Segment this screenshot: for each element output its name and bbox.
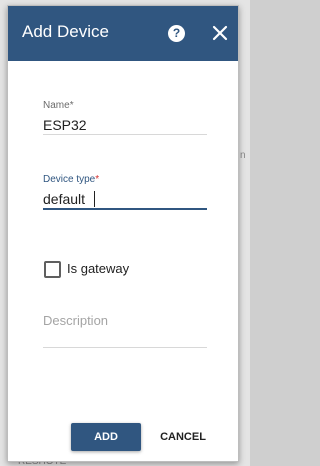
name-label-text: Name: [43, 100, 70, 111]
cancel-button[interactable]: CANCEL: [155, 423, 211, 451]
device-type-underline: [43, 208, 207, 210]
device-type-input[interactable]: default: [43, 191, 85, 207]
name-underline: [43, 134, 207, 135]
add-device-dialog: Add Device ? Name* ESP32 Device type* de…: [7, 5, 239, 462]
name-label: Name*: [43, 100, 74, 111]
dialog-header: Add Device ?: [8, 6, 238, 61]
help-icon[interactable]: ?: [168, 25, 185, 42]
is-gateway-checkbox[interactable]: [44, 261, 61, 278]
description-input[interactable]: Description: [43, 313, 108, 328]
background-fragment-top: n: [240, 150, 246, 161]
page: n RESHOTE Add Device ? Name* ESP32 Devic…: [0, 0, 250, 466]
device-type-label-text: Device type: [43, 174, 96, 185]
description-underline: [43, 347, 207, 348]
device-type-label: Device type*: [43, 174, 99, 185]
name-input[interactable]: ESP32: [43, 117, 87, 133]
close-icon[interactable]: [210, 23, 230, 43]
text-caret: [94, 191, 95, 207]
add-button[interactable]: ADD: [71, 423, 141, 451]
device-type-required-mark: *: [95, 174, 100, 185]
is-gateway-label[interactable]: Is gateway: [67, 261, 129, 276]
name-required-mark: *: [69, 100, 74, 111]
dialog-title: Add Device: [22, 22, 109, 41]
